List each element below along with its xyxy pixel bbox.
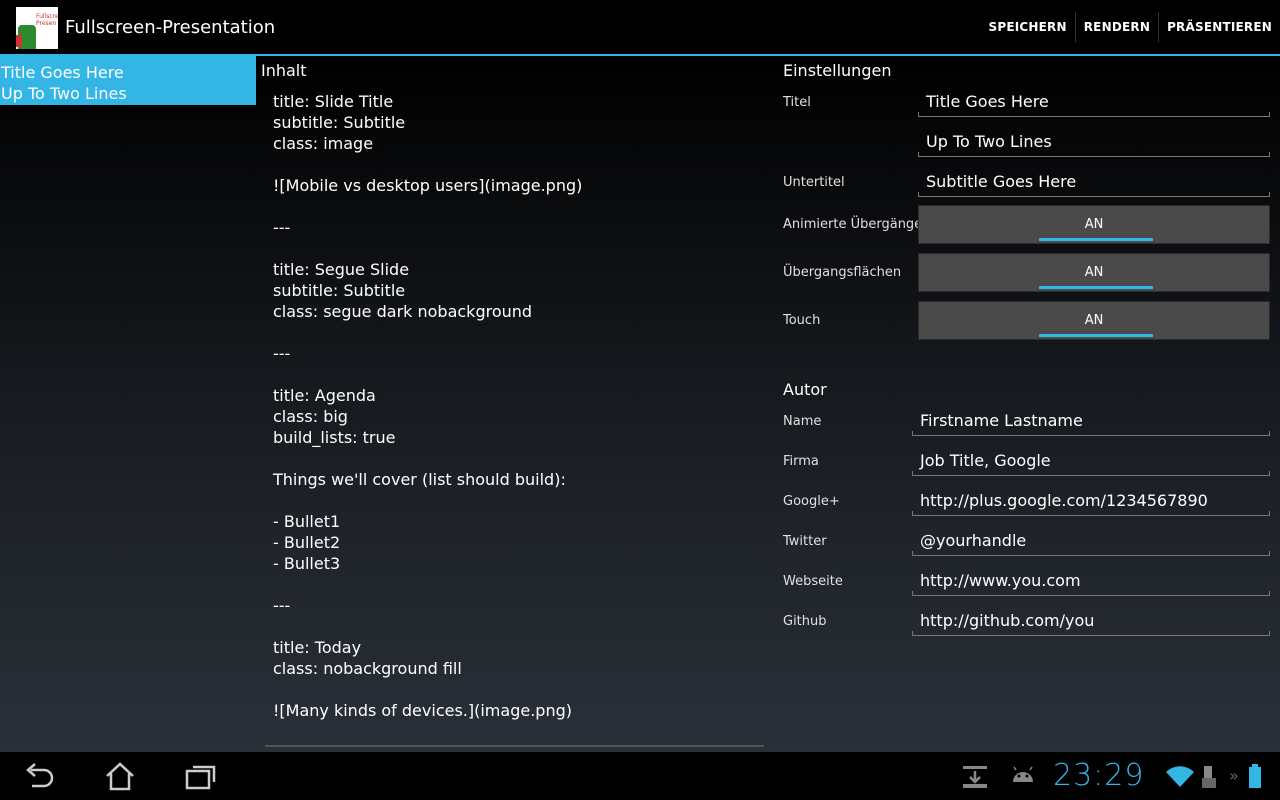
recent-apps-icon[interactable] — [184, 760, 218, 792]
editor-line: - Bullet1 — [273, 512, 341, 531]
transition-surfaces-label: Übergangsflächen — [783, 265, 902, 280]
app-icon-label: Fullscreen Presen — [36, 13, 58, 27]
content-header: Inhalt — [261, 61, 307, 80]
transition-surfaces-toggle[interactable]: AN — [918, 253, 1270, 292]
editor-line: class: image — [273, 134, 374, 153]
twitter-label: Twitter — [783, 534, 827, 549]
titel-field-line2[interactable]: Up To Two Lines — [918, 127, 1278, 157]
content-editor[interactable]: title: Slide Title subtitle: Subtitle clas… — [273, 91, 759, 721]
toggle-state: AN — [1084, 265, 1104, 280]
action-bar: Fullscreen Presen Fullscreen-Presentatio… — [0, 0, 1280, 54]
toggle-indicator — [1039, 238, 1153, 241]
untertitel-field[interactable]: Subtitle Goes Here — [918, 167, 1278, 197]
save-button[interactable]: SPEICHERN — [981, 12, 1075, 42]
toggle-indicator — [1039, 286, 1153, 289]
website-value: http://www.you.com — [920, 571, 1081, 590]
download-icon[interactable] — [958, 760, 992, 792]
chevron-right-icon: » — [1229, 766, 1239, 785]
editor-line: title: Agenda — [273, 386, 376, 405]
titel-value-line1: Title Goes Here — [926, 92, 1049, 111]
animated-transitions-toggle[interactable]: AN — [918, 205, 1270, 244]
titel-label: Titel — [783, 95, 811, 110]
editor-line: class: nobackground fill — [273, 659, 462, 678]
firma-field[interactable]: Job Title, Google — [912, 446, 1278, 476]
toggle-state: AN — [1084, 217, 1104, 232]
home-icon[interactable] — [103, 760, 137, 792]
name-value: Firstname Lastname — [920, 411, 1083, 430]
titel-field-line1[interactable]: Title Goes Here — [918, 87, 1278, 117]
github-value: http://github.com/you — [920, 611, 1095, 630]
editor-line: title: Segue Slide — [273, 260, 410, 279]
editor-line: ![Many kinds of devices.](image.png) — [273, 701, 572, 720]
editor-line: subtitle: Subtitle — [273, 113, 406, 132]
titel-value-line2: Up To Two Lines — [926, 132, 1052, 151]
slide-list-item-selected[interactable]: Title Goes Here Up To Two Lines — [0, 56, 256, 105]
website-field[interactable]: http://www.you.com — [912, 566, 1278, 596]
firma-label: Firma — [783, 454, 819, 469]
google-plus-label: Google+ — [783, 494, 840, 509]
editor-line: build_lists: true — [273, 428, 396, 447]
editor-line: title: Slide Title — [273, 92, 394, 111]
touch-toggle[interactable]: AN — [918, 301, 1270, 340]
editor-line: title: Today — [273, 638, 362, 657]
content-panel: Inhalt title: Slide Title subtitle: Subti… — [261, 56, 771, 752]
editor-line: ![Mobile vs desktop users](image.png) — [273, 176, 583, 195]
settings-panel: Einstellungen Titel Title Goes Here Up T… — [783, 56, 1280, 752]
twitter-value: @yourhandle — [920, 531, 1027, 550]
render-button[interactable]: RENDERN — [1076, 12, 1158, 42]
main-area: Title Goes Here Up To Two Lines Inhalt t… — [0, 56, 1280, 752]
untertitel-label: Untertitel — [783, 175, 845, 190]
editor-line: Things we'll cover (list should build): — [273, 470, 566, 489]
present-button[interactable]: PRÄSENTIEREN — [1159, 12, 1280, 42]
google-plus-value: http://plus.google.com/1234567890 — [920, 491, 1208, 510]
github-field[interactable]: http://github.com/you — [912, 606, 1278, 636]
wifi-icon[interactable] — [1163, 760, 1197, 792]
toggle-state: AN — [1084, 313, 1104, 328]
editor-line: - Bullet2 — [273, 533, 341, 552]
toggle-indicator — [1039, 334, 1153, 337]
editor-line: subtitle: Subtitle — [273, 281, 406, 300]
website-label: Webseite — [783, 574, 843, 589]
editor-line: --- — [273, 344, 291, 363]
android-icon[interactable] — [1006, 760, 1040, 792]
editor-line: class: big — [273, 407, 348, 426]
slide-list: Title Goes Here Up To Two Lines — [0, 56, 256, 752]
google-plus-field[interactable]: http://plus.google.com/1234567890 — [912, 486, 1278, 516]
back-icon[interactable] — [22, 760, 56, 792]
keyboard-battery-icon[interactable] — [1195, 760, 1223, 792]
system-nav-bar: 23:29 » — [0, 752, 1280, 800]
untertitel-value: Subtitle Goes Here — [926, 172, 1077, 191]
app-title: Fullscreen-Presentation — [65, 17, 276, 38]
editor-line: --- — [273, 218, 291, 237]
editor-line: class: segue dark nobackground — [273, 302, 533, 321]
name-label: Name — [783, 414, 822, 429]
touch-label: Touch — [783, 313, 821, 328]
battery-icon[interactable] — [1244, 760, 1266, 792]
settings-header: Einstellungen — [783, 61, 892, 80]
clock[interactable]: 23:29 — [1053, 758, 1144, 793]
action-buttons: SPEICHERN RENDERN PRÄSENTIEREN — [981, 12, 1280, 42]
slide-list-item-label: Title Goes Here Up To Two Lines — [1, 63, 127, 103]
animated-transitions-label: Animierte Übergänge — [783, 217, 923, 232]
github-label: Github — [783, 614, 827, 629]
editor-underline — [265, 745, 764, 747]
name-field[interactable]: Firstname Lastname — [912, 406, 1278, 436]
firma-value: Job Title, Google — [920, 451, 1051, 470]
editor-line: --- — [273, 596, 291, 615]
author-header: Autor — [783, 380, 827, 399]
editor-line: - Bullet3 — [273, 554, 341, 573]
app-icon[interactable]: Fullscreen Presen — [16, 7, 58, 49]
twitter-field[interactable]: @yourhandle — [912, 526, 1278, 556]
